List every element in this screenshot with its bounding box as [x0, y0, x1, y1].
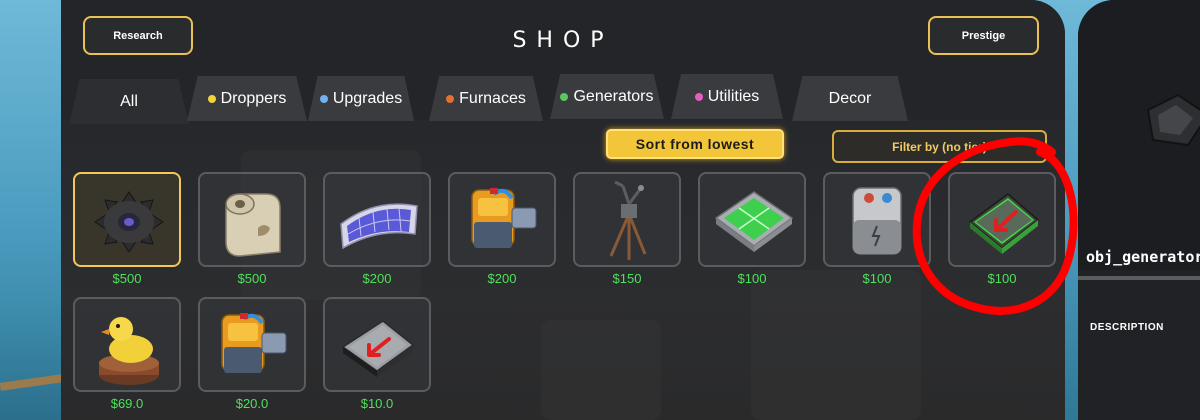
solar-panel-icon — [340, 203, 418, 250]
item-name: obj_generator_ — [1086, 248, 1200, 266]
rubber-duck-trophy-icon — [99, 317, 159, 385]
shop-item-card[interactable] — [198, 297, 306, 392]
tab-utilities[interactable]: Utilities — [671, 74, 783, 119]
green-dot-icon — [560, 92, 569, 101]
pink-dot-icon — [694, 92, 703, 101]
shop-item-card[interactable] — [823, 172, 931, 267]
shop-item-card[interactable] — [448, 172, 556, 267]
tab-label: Droppers — [220, 89, 287, 107]
shop-item-card[interactable] — [323, 297, 431, 392]
shop-panel: Research SHOP Prestige All Droppers Upgr… — [61, 0, 1065, 420]
orange-dot-icon — [446, 94, 455, 103]
spiked-tire-icon — [94, 191, 164, 253]
tab-label: All — [120, 92, 138, 110]
item-price: $100 — [737, 271, 767, 286]
filter-tier-button[interactable]: Filter by (no tier) — [832, 130, 1047, 163]
item-price: $150 — [612, 271, 642, 286]
tab-decor[interactable]: Decor — [792, 76, 908, 121]
shop-item-card[interactable] — [698, 172, 806, 267]
tab-all[interactable]: All — [69, 79, 189, 124]
tab-label: Furnaces — [459, 89, 526, 107]
item-price: $500 — [112, 271, 142, 286]
item-price: $200 — [362, 271, 392, 286]
blue-dot-icon — [319, 94, 328, 103]
shop-item-card[interactable] — [323, 172, 431, 267]
divider — [1078, 276, 1200, 280]
tab-furnaces[interactable]: Furnaces — [429, 76, 543, 121]
tab-label: Generators — [573, 87, 654, 105]
orange-machine-icon — [221, 313, 287, 373]
tab-label: Decor — [828, 89, 872, 107]
tab-upgrades[interactable]: Upgrades — [308, 76, 414, 121]
shop-item-card[interactable] — [948, 172, 1056, 267]
paper-roll-icon — [225, 193, 281, 257]
description-heading: DESCRIPTION — [1090, 322, 1164, 333]
battery-icon — [852, 187, 902, 255]
tab-generators[interactable]: Generators — [550, 74, 664, 119]
green-arrow-generator-icon — [968, 193, 1040, 254]
wooden-tripod-icon — [609, 180, 647, 260]
gray-arrow-generator-icon — [341, 320, 415, 377]
tab-droppers[interactable]: Droppers — [187, 76, 307, 121]
yellow-dot-icon — [207, 94, 216, 103]
orange-machine-icon — [471, 188, 537, 248]
item-price: $100 — [862, 271, 892, 286]
shop-item-card[interactable] — [198, 172, 306, 267]
shop-title: SHOP — [512, 28, 614, 53]
shop-item-card[interactable] — [573, 172, 681, 267]
tab-label: Upgrades — [332, 89, 403, 107]
green-tile-pad-icon — [714, 191, 794, 252]
item-price: $20.0 — [235, 396, 269, 411]
shop-item-card[interactable] — [73, 172, 181, 267]
item-price: $500 — [237, 271, 267, 286]
sort-button[interactable]: Sort from lowest — [606, 129, 784, 159]
prestige-button[interactable]: Prestige — [928, 16, 1039, 55]
item-preview-area — [1078, 0, 1200, 270]
item-price: $10.0 — [360, 396, 394, 411]
item-price: $69.0 — [110, 396, 144, 411]
item-price: $100 — [987, 271, 1017, 286]
tab-label: Utilities — [707, 87, 760, 105]
shop-item-card[interactable] — [73, 297, 181, 392]
background-scenery — [0, 300, 70, 420]
item-detail-panel: obj_generator_ DESCRIPTION — [1078, 0, 1200, 420]
item-price: $200 — [487, 271, 517, 286]
